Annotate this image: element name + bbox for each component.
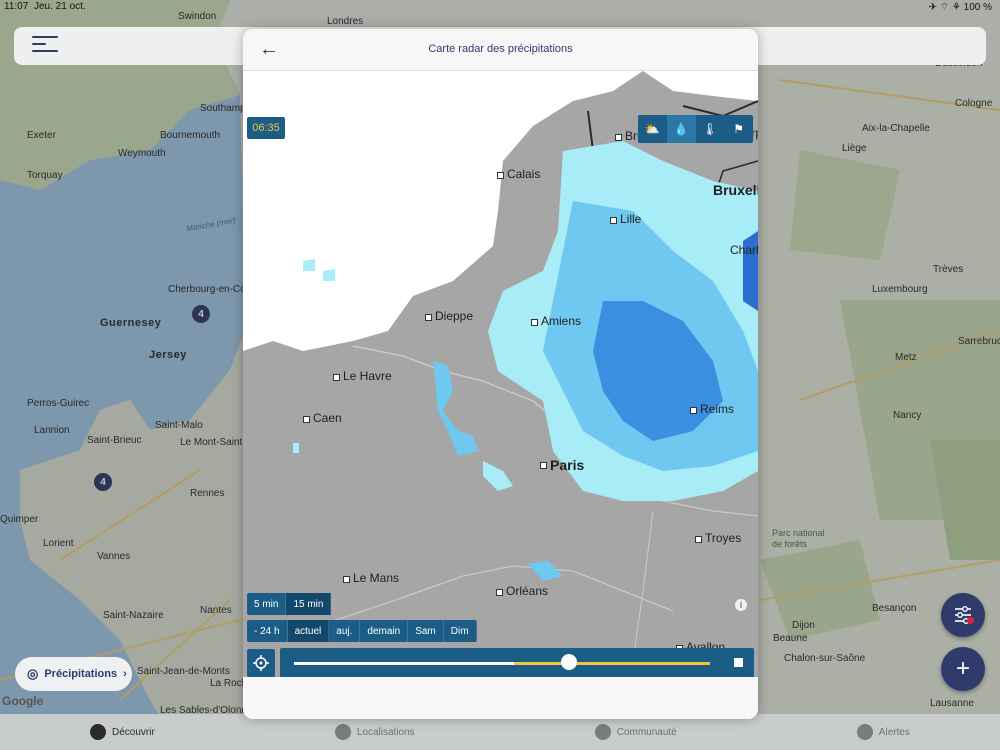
nav-label: Alertes [878,726,910,738]
precipitation-layer-button[interactable]: 💧 [666,115,696,143]
interval-selector: 5 min 15 min [247,593,332,615]
city-label: Caen [303,411,342,425]
status-bar: 11:07 Jeu. 21 oct. ✈ ⌔ ⚘ 100 % [0,0,1000,14]
status-date: Jeu. 21 oct. [34,1,86,12]
communaute-icon [594,724,611,740]
modal-header: ← Carte radar des précipitations [243,29,758,71]
city-label: Calais [496,167,541,181]
time-option-button[interactable]: 5 min [247,593,287,615]
filter-settings-button[interactable] [941,593,985,637]
google-logo: Google [2,694,44,708]
time-option-button[interactable]: - 24 h [247,620,288,642]
chevron-right-icon: › [123,668,127,680]
city-label: Reims [689,402,735,416]
timeline-track[interactable] [294,662,710,665]
localisations-icon [334,724,351,740]
range-selector: - 24 h actuel auj. demain Sam Dim [247,620,477,642]
plus-icon: + [955,655,970,682]
city-label: Le Mans [342,571,400,585]
city-label: Bruxelles [713,182,758,198]
nav-communaute[interactable]: Communauté [594,724,677,740]
wind-flag-icon: ⚑ [733,122,744,136]
weather-layer-button[interactable]: ⛅ [638,115,667,143]
nav-alertes[interactable]: Alertes [856,724,910,740]
time-option-button[interactable]: Dim [444,620,477,642]
nav-decouvrir[interactable]: Découvrir [90,724,155,740]
time-option-button[interactable]: 15 min [286,593,332,615]
temperature-layer-button[interactable]: 🌡 [696,115,725,143]
city-label: Le Havre [333,369,392,383]
radar-map[interactable]: BruggeAntwerpenCalaisBruxellesLilleCharl… [243,71,758,677]
precipitation-layer-pill[interactable]: ◎ Précipitations › [15,657,132,691]
status-indicators: ✈ ⌔ ⚘ 100 % [928,2,992,13]
radar-map-shapes [243,71,758,662]
raindrop-icon: 💧 [673,122,689,136]
precipitation-icon: ◎ [27,666,39,681]
nav-label: Localisations [356,726,415,738]
city-label: Amiens [530,314,582,328]
city-label: Troyes [694,531,742,545]
timeline-slider [280,648,754,678]
time-option-button[interactable]: Sam [408,620,444,642]
layer-selector: ⛅ 💧 🌡 ⚑ [638,115,753,143]
bottom-navigation: Découvrir Localisations Communauté Alertes [0,714,1000,750]
stop-icon[interactable] [734,658,743,667]
city-label: Lille [609,212,642,226]
modal-footer [243,677,758,719]
city-label: Paris [539,457,585,473]
radar-time-badge: 06:35 [247,117,285,139]
time-option-button[interactable]: actuel [287,620,330,642]
notification-dot [967,617,974,624]
crosshair-icon [253,655,269,671]
decouvrir-icon [90,724,107,740]
status-time: 11:07 [4,1,29,12]
timeline-fill [294,662,514,665]
nav-label: Communauté [616,726,677,738]
info-icon[interactable]: i [735,599,747,611]
thermometer-icon: 🌡 [702,122,718,136]
add-button[interactable]: + [941,647,985,691]
alertes-icon [856,724,873,740]
time-option-button[interactable]: demain [360,620,409,642]
menu-icon[interactable] [32,36,58,56]
city-label: Dieppe [424,309,474,323]
timeline-thumb[interactable] [560,654,577,670]
time-option-button[interactable]: auj. [329,620,361,642]
precipitation-pill-label: Précipitations [44,668,118,680]
wind-layer-button[interactable]: ⚑ [724,115,753,143]
city-label: Orléans [495,584,549,598]
nav-label: Découvrir [112,726,155,738]
modal-title: Carte radar des précipitations [428,43,573,55]
radar-modal: ← Carte radar des précipitations Calais … [243,29,758,719]
city-label: Charleroi [730,243,758,257]
locate-button[interactable] [247,649,275,677]
cloud-sun-icon: ⛅ [644,122,660,136]
nav-localisations[interactable]: Localisations [334,724,415,740]
